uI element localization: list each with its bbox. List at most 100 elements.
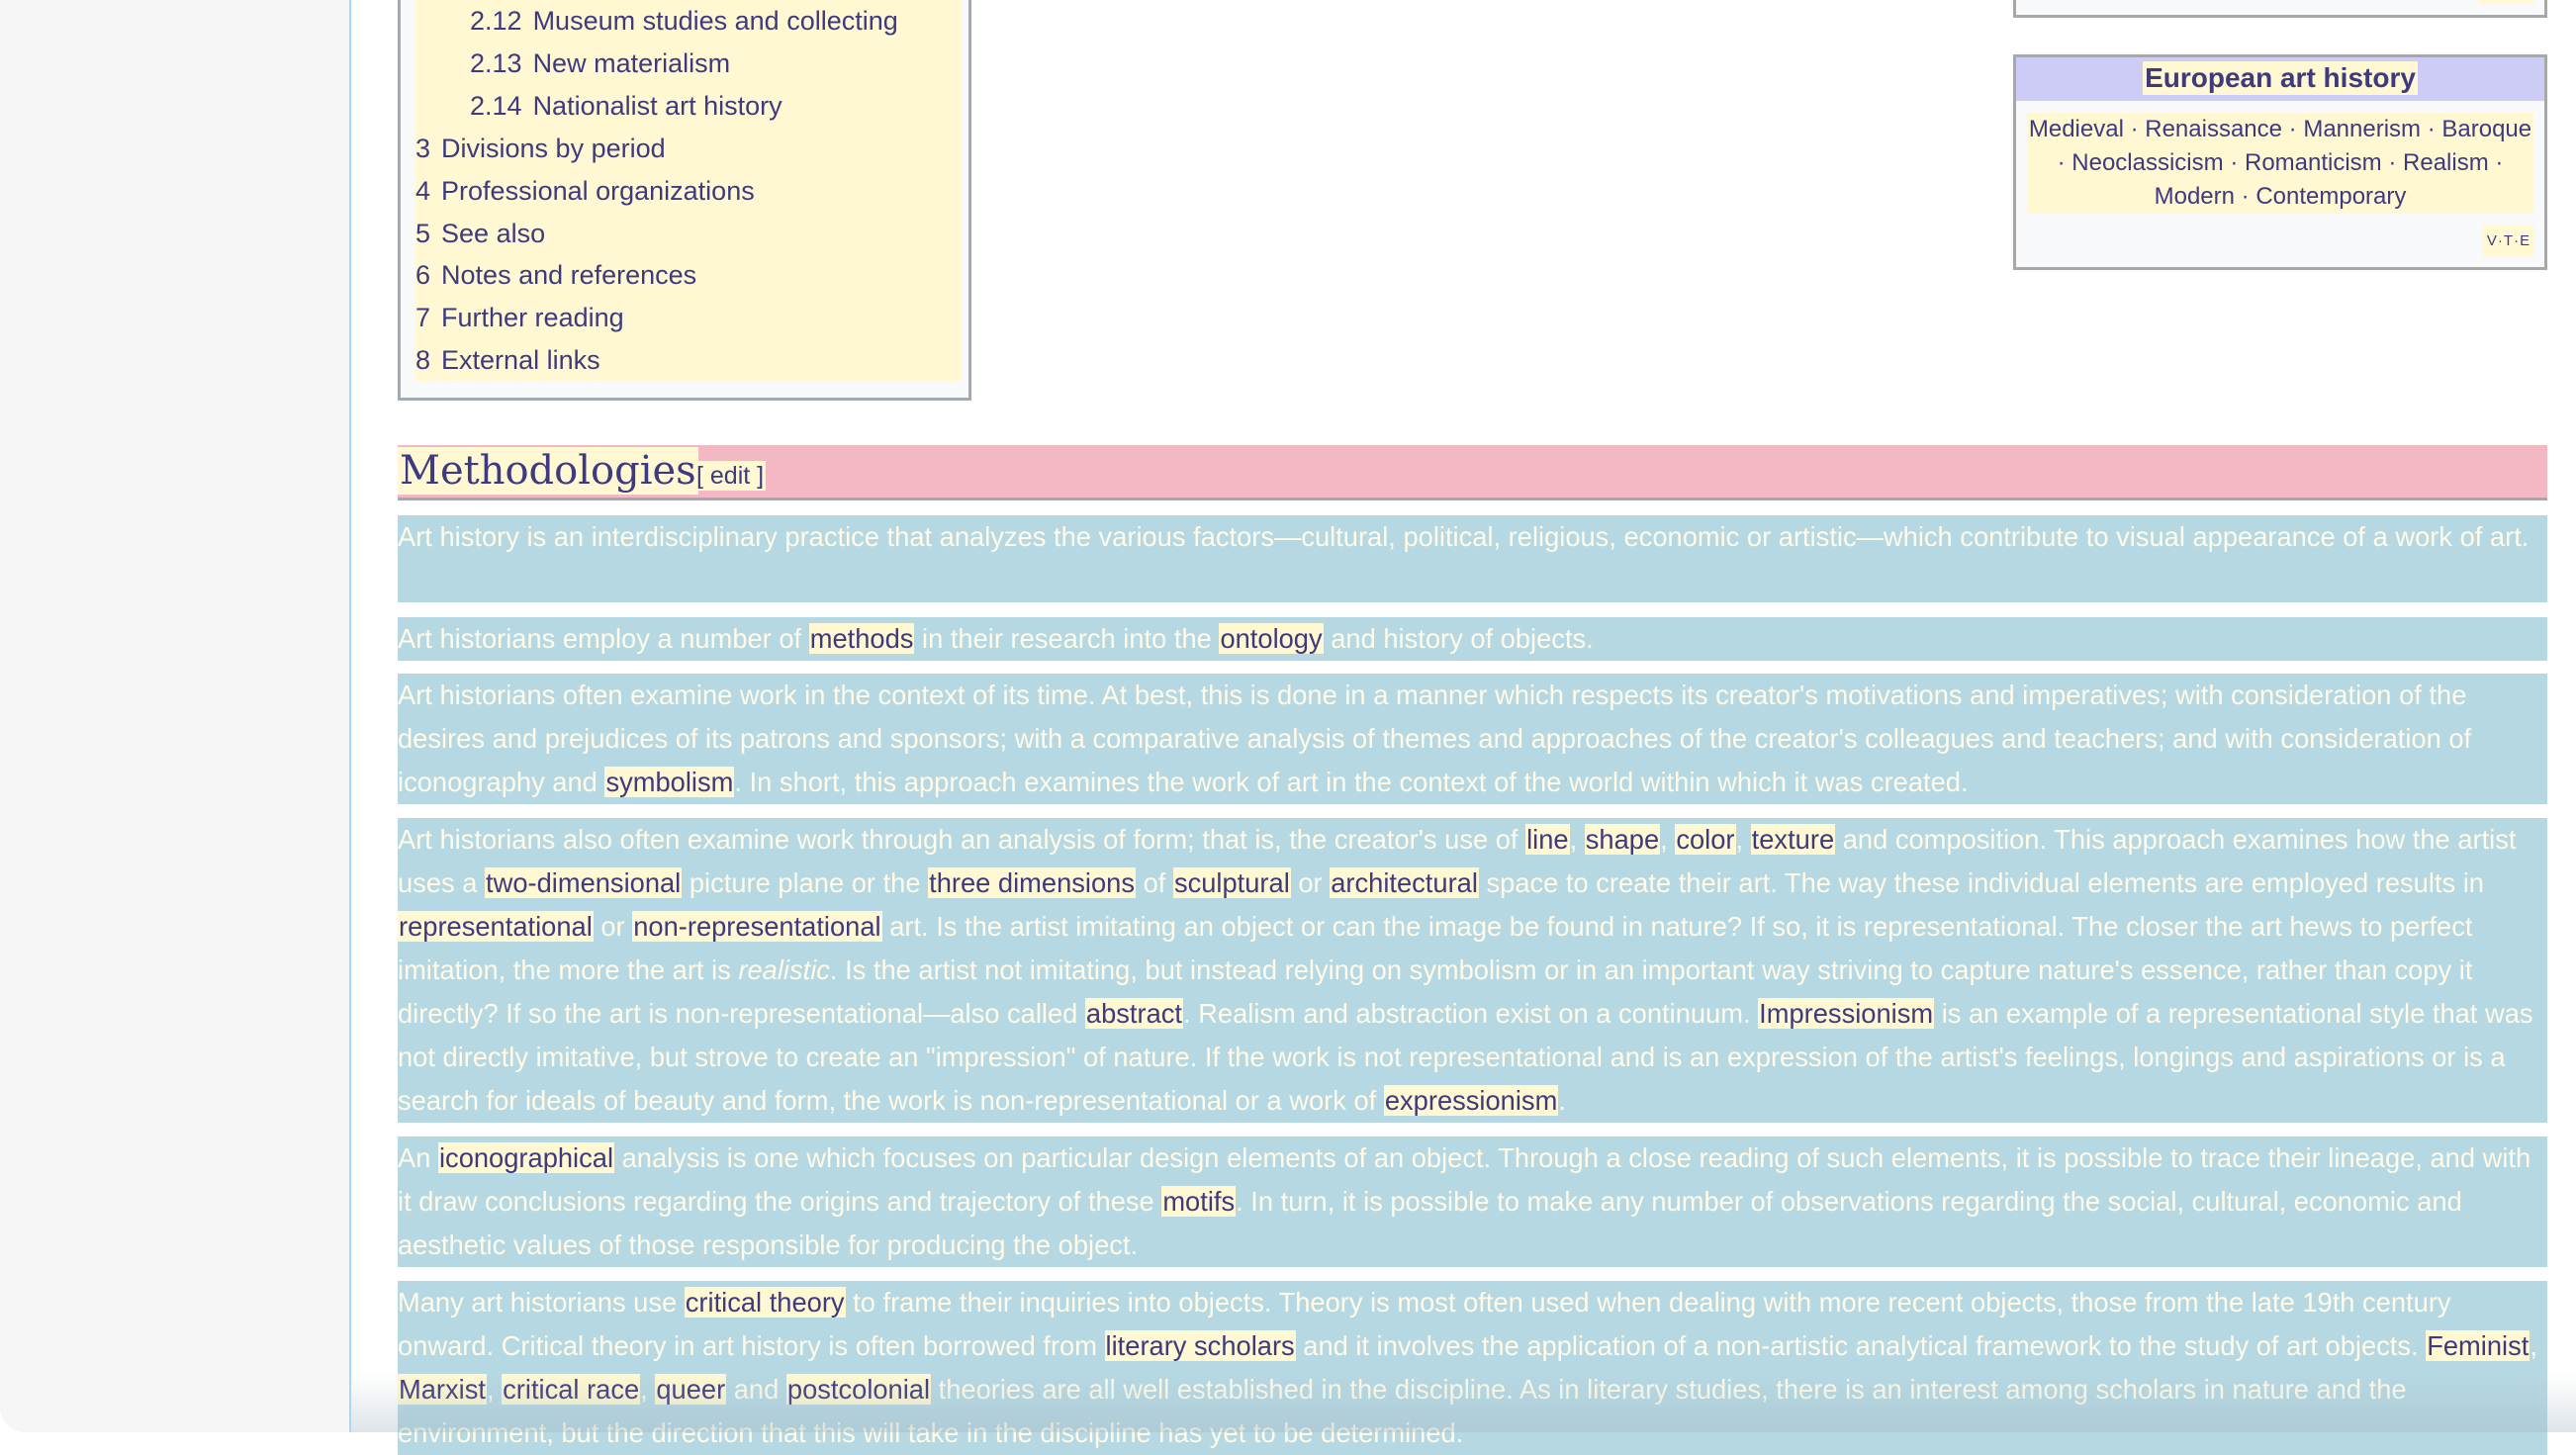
paragraph-text: , — [1735, 824, 1751, 855]
paragraph-text: or — [593, 911, 633, 942]
paragraph-text: Art historians also often examine work t… — [398, 824, 1526, 855]
paragraph: An iconographical analysis is one which … — [398, 1137, 2547, 1267]
toc-item-number: 5 — [415, 219, 431, 248]
link-architectural[interactable]: architectural — [1330, 867, 1479, 898]
toc-item-label[interactable]: External links — [441, 345, 600, 375]
paragraph: Art historians often examine work in the… — [398, 674, 2547, 804]
paragraph-text: , — [1569, 824, 1585, 855]
navbox-link-renaissance[interactable]: Renaissance — [2145, 116, 2282, 142]
toc-item-label[interactable]: New materialism — [533, 48, 731, 78]
navbox-link-romanticism[interactable]: Romanticism — [2245, 149, 2382, 176]
separator: · — [2388, 149, 2397, 176]
toc-item[interactable]: 5 See also — [415, 216, 545, 251]
link-impressionism[interactable]: Impressionism — [1758, 998, 1935, 1029]
toc-item[interactable]: 8 External links — [415, 342, 600, 378]
toc-item-label[interactable]: Divisions by period — [441, 134, 666, 163]
link-postcolonial[interactable]: postcolonial — [785, 1374, 932, 1405]
navbox-vte: V·T·E — [2483, 226, 2534, 257]
paragraph-text: and history of objects. — [1323, 623, 1594, 654]
paragraph: Art history is an interdisciplinary prac… — [398, 515, 2547, 602]
paragraph-text: An — [398, 1142, 438, 1173]
paragraph-text: , — [1660, 824, 1676, 855]
paragraph-text: , — [640, 1374, 656, 1405]
toc-item-number: 8 — [415, 345, 431, 375]
link-ontology[interactable]: ontology — [1219, 623, 1324, 654]
paragraph-text: and — [726, 1374, 786, 1405]
edit-section-link[interactable]: [ edit ] — [694, 461, 767, 491]
toc-item-number: 4 — [415, 176, 431, 206]
toc-item-number: 3 — [415, 134, 431, 163]
toc-item-label[interactable]: Nationalist art history — [533, 91, 782, 121]
link-non-representational[interactable]: non-representational — [632, 911, 882, 942]
table-of-contents: 2.12 Museum studies and collecting 2.13 Ne… — [398, 0, 971, 401]
separator: · — [2495, 149, 2504, 176]
toc-list: 2.12 Museum studies and collecting 2.13 Ne… — [415, 0, 962, 381]
toc-item[interactable]: 4 Professional organizations — [415, 173, 755, 209]
toc-item-label[interactable]: Notes and references — [441, 260, 696, 290]
view-template-link[interactable]: V — [2487, 232, 2498, 249]
link-two-dimensional[interactable]: two-dimensional — [485, 867, 683, 898]
infobox-partial — [2013, 0, 2547, 18]
link-symbolism[interactable]: symbolism — [604, 767, 735, 797]
navbox-link-contemporary[interactable]: Contemporary — [2255, 183, 2406, 210]
paragraph-text: of — [1136, 867, 1173, 898]
link-iconographical[interactable]: iconographical — [437, 1142, 615, 1173]
toc-item[interactable]: 2.14 Nationalist art history — [470, 88, 782, 124]
navbox-link-medieval[interactable]: Medieval — [2029, 116, 2124, 142]
link-texture[interactable]: texture — [1750, 824, 1836, 855]
toc-item[interactable]: 2.13 New materialism — [470, 45, 730, 81]
link-queer[interactable]: queer — [655, 1374, 727, 1405]
paragraph-text: picture plane or the — [682, 867, 929, 898]
link-expressionism[interactable]: expressionism — [1383, 1085, 1559, 1116]
paragraph-text: . — [1558, 1085, 1566, 1116]
paragraph-text: . Realism and abstraction exist on a con… — [1183, 998, 1759, 1029]
link-color[interactable]: color — [1675, 824, 1736, 855]
toc-item-number: 7 — [415, 303, 431, 332]
toc-item[interactable]: 2.12 Museum studies and collecting — [470, 3, 898, 39]
link-abstract[interactable]: abstract — [1084, 998, 1184, 1029]
toc-item-label[interactable]: Further reading — [441, 303, 624, 332]
link-sculptural[interactable]: sculptural — [1172, 867, 1291, 898]
paragraph-text: in their research into the — [914, 623, 1220, 654]
paragraph-text: space to create their art. The way these… — [1478, 867, 2484, 898]
paragraph: Many art historians use critical theory … — [398, 1281, 2547, 1455]
link-methods[interactable]: methods — [808, 623, 915, 654]
link-line[interactable]: line — [1525, 824, 1570, 855]
paragraph-text: and it involves the application of a non… — [1295, 1330, 2427, 1361]
link-motifs[interactable]: motifs — [1161, 1186, 1237, 1217]
section-title: Methodologies — [398, 447, 698, 495]
navbox-link-modern[interactable]: Modern — [2155, 183, 2235, 210]
navbox-link-baroque[interactable]: Baroque — [2441, 116, 2531, 142]
link-marxist[interactable]: Marxist — [398, 1374, 487, 1405]
toc-item-number: 2.13 — [470, 48, 522, 78]
link-literary-scholars[interactable]: literary scholars — [1104, 1330, 1296, 1361]
toc-item-label[interactable]: Professional organizations — [441, 176, 755, 206]
toc-item-label[interactable]: See also — [441, 219, 545, 248]
infobox-partial-link[interactable] — [2479, 0, 2534, 4]
toc-item[interactable]: 6 Notes and references — [415, 257, 696, 293]
section-heading: Methodologies [ edit ] — [398, 445, 2547, 500]
toc-item-label[interactable]: Museum studies and collecting — [533, 6, 898, 36]
paragraph: Art historians also often examine work t… — [398, 818, 2547, 1123]
toc-item[interactable]: 7 Further reading — [415, 300, 624, 335]
paragraph-text: Art history is an interdisciplinary prac… — [398, 521, 2530, 552]
navbox-header: European art history — [2016, 57, 2544, 101]
toc-item-number: 2.12 — [470, 6, 522, 36]
edit-template-link[interactable]: E — [2520, 232, 2530, 249]
navbox-link-mannerism[interactable]: Mannerism — [2303, 116, 2421, 142]
link-three-dimensions[interactable]: three dimensions — [928, 867, 1136, 898]
link-shape[interactable]: shape — [1584, 824, 1661, 855]
talk-template-link[interactable]: T — [2504, 232, 2514, 249]
navbox-title[interactable]: European art history — [2143, 61, 2418, 95]
navbox-link-neoclassicism[interactable]: Neoclassicism — [2071, 149, 2223, 176]
separator: · — [2057, 149, 2066, 176]
separator: · — [2288, 116, 2297, 142]
toc-item[interactable]: 3 Divisions by period — [415, 131, 666, 166]
navbox-link-realism[interactable]: Realism — [2403, 149, 2489, 176]
paragraph-text: . In short, this approach examines the w… — [734, 767, 1969, 797]
link-critical-race[interactable]: critical race — [502, 1374, 641, 1405]
link-representational[interactable]: representational — [398, 911, 594, 942]
link-feminist[interactable]: Feminist — [2426, 1330, 2530, 1361]
separator: · — [2427, 116, 2436, 142]
link-critical-theory[interactable]: critical theory — [684, 1287, 846, 1318]
